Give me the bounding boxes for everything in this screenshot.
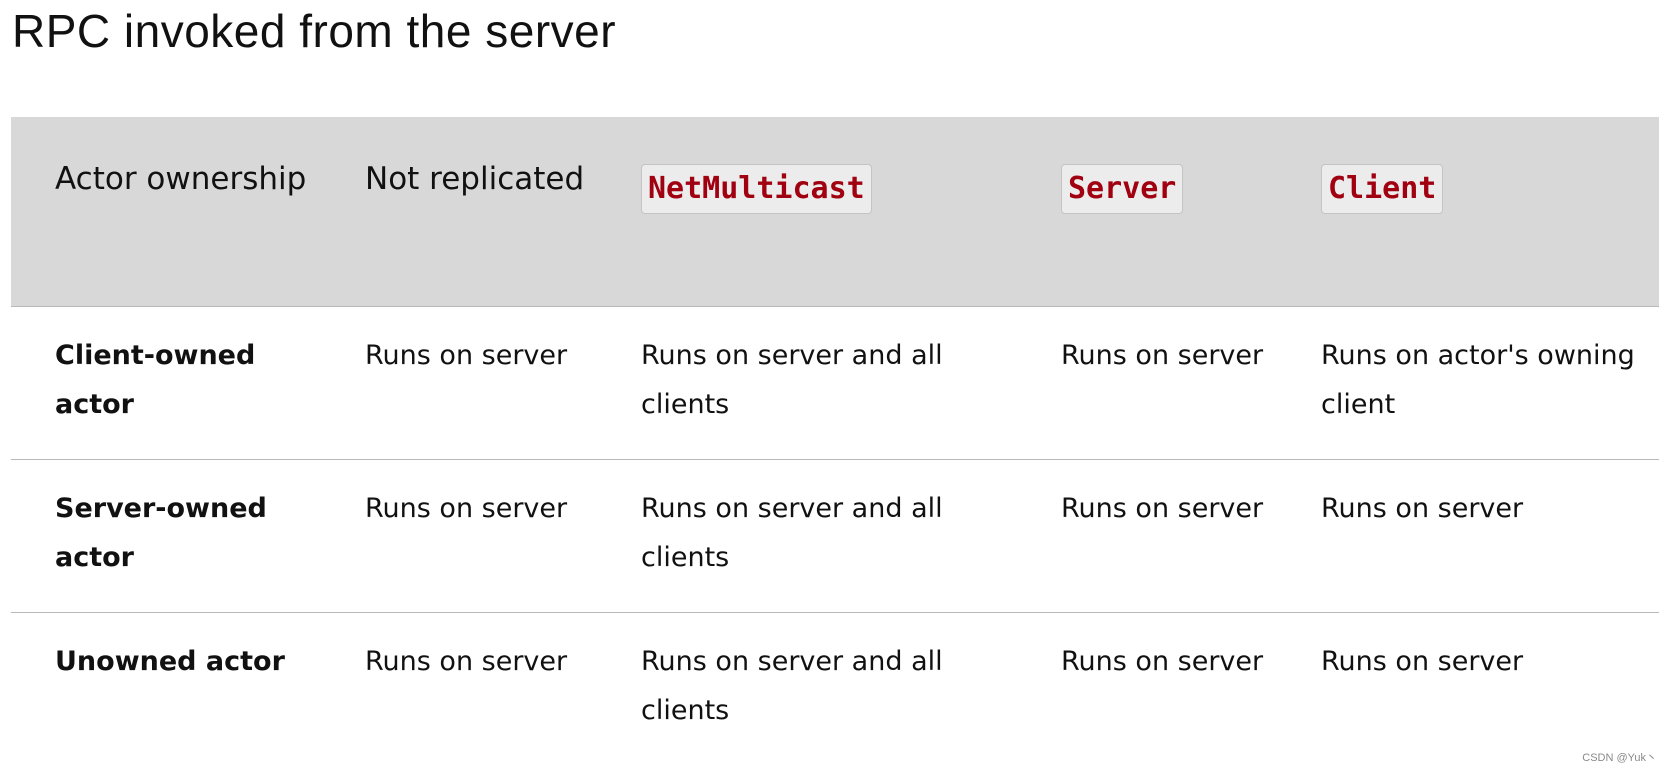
header-actor-ownership: Actor ownership bbox=[55, 161, 307, 197]
cell-netmulticast: Runs on server and all clients bbox=[641, 645, 943, 726]
header-not-replicated: Not replicated bbox=[365, 161, 585, 197]
table-row: Client-owned actor Runs on server Runs o… bbox=[11, 306, 1659, 459]
table-row: Server-owned actor Runs on server Runs o… bbox=[11, 459, 1659, 612]
rpc-table: Actor ownership Not replicated NetMultic… bbox=[11, 117, 1659, 765]
cell-netmulticast: Runs on server and all clients bbox=[641, 492, 943, 573]
watermark-text: CSDN @Yuk丶 bbox=[1582, 752, 1657, 764]
cell-client: Runs on server bbox=[1321, 492, 1524, 524]
row-ownership: Server-owned actor bbox=[55, 492, 267, 573]
header-netmulticast: NetMulticast bbox=[597, 117, 1017, 306]
netmulticast-code: NetMulticast bbox=[641, 164, 872, 214]
server-code: Server bbox=[1061, 164, 1184, 214]
table-row: Unowned actor Runs on server Runs on ser… bbox=[11, 612, 1659, 765]
cell-server: Runs on server bbox=[1061, 339, 1264, 371]
cell-not-replicated: Runs on server bbox=[365, 339, 568, 371]
cell-not-replicated: Runs on server bbox=[365, 645, 568, 677]
client-code: Client bbox=[1321, 164, 1444, 214]
cell-server: Runs on server bbox=[1061, 492, 1264, 524]
table-header: Actor ownership Not replicated NetMultic… bbox=[11, 117, 1659, 306]
cell-client: Runs on actor's owning client bbox=[1321, 339, 1635, 420]
header-client: Client bbox=[1277, 117, 1659, 306]
cell-netmulticast: Runs on server and all clients bbox=[641, 339, 943, 420]
header-server: Server bbox=[1017, 117, 1277, 306]
cell-not-replicated: Runs on server bbox=[365, 492, 568, 524]
header-row: Actor ownership Not replicated NetMultic… bbox=[11, 117, 1659, 306]
cell-client: Runs on server bbox=[1321, 645, 1524, 677]
table-body: Client-owned actor Runs on server Runs o… bbox=[11, 306, 1659, 765]
cell-server: Runs on server bbox=[1061, 645, 1264, 677]
row-ownership: Unowned actor bbox=[55, 645, 285, 677]
row-ownership: Client-owned actor bbox=[55, 339, 256, 420]
page-title: RPC invoked from the server bbox=[12, 5, 617, 57]
